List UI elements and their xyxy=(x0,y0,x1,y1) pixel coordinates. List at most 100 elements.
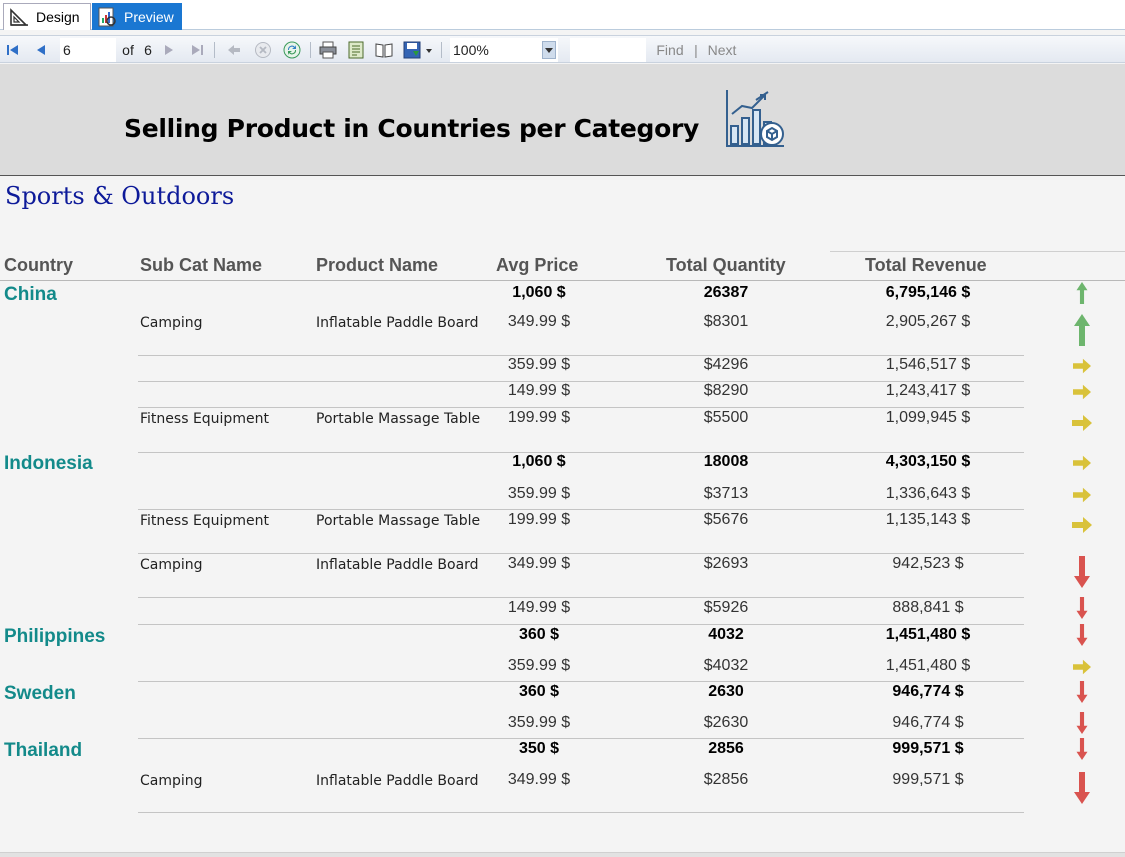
col-header-subcat: Sub Cat Name xyxy=(140,255,263,275)
category-title: Sports & Outdoors xyxy=(5,182,235,210)
subcat-cell: Camping xyxy=(140,773,203,789)
report-title: Selling Product in Countries per Categor… xyxy=(124,114,700,143)
row-divider xyxy=(138,624,1024,625)
avg-price-cell: 359.99 $ xyxy=(507,714,571,731)
country-cell: Indonesia xyxy=(4,453,93,474)
trend-arrow-up-icon xyxy=(1068,282,1096,304)
subcat-cell: Fitness Equipment xyxy=(140,411,269,427)
total-revenue-cell: 1,243,417 $ xyxy=(885,382,971,399)
header-bottom-line xyxy=(0,280,1125,281)
toolbar-separator xyxy=(441,42,442,58)
tab-design[interactable]: Design xyxy=(3,3,91,30)
preview-icon xyxy=(98,7,116,26)
total-revenue-cell: 946,774 $ xyxy=(892,714,964,731)
row-divider xyxy=(138,407,1024,408)
stop-icon[interactable] xyxy=(252,40,274,60)
trend-arrow-right-icon xyxy=(1068,358,1096,374)
product-cell: Inflatable Paddle Board xyxy=(316,773,479,789)
find-input[interactable] xyxy=(570,38,646,62)
next-page-icon[interactable] xyxy=(161,40,177,60)
total-quantity-cell: 18008 xyxy=(703,453,749,470)
country-cell: Thailand xyxy=(4,740,83,761)
avg-price-cell: 349.99 $ xyxy=(507,771,571,788)
avg-price-cell: 349.99 $ xyxy=(507,555,571,572)
country-cell: China xyxy=(4,284,57,305)
avg-price-cell: 349.99 $ xyxy=(507,313,571,330)
next-button[interactable]: Next xyxy=(704,40,740,60)
zoom-value: 100% xyxy=(453,42,489,58)
total-revenue-cell: 946,774 $ xyxy=(892,683,964,700)
horizontal-scrollbar[interactable] xyxy=(0,852,1125,857)
trend-arrow-right-icon xyxy=(1068,415,1096,431)
total-revenue-cell: 1,135,143 $ xyxy=(885,511,971,528)
avg-price-cell: 1,060 $ xyxy=(512,453,566,470)
row-divider xyxy=(138,509,1024,510)
export-icon[interactable] xyxy=(401,40,435,60)
trend-arrow-right-icon xyxy=(1068,455,1096,471)
last-page-icon[interactable] xyxy=(188,40,206,60)
tab-preview[interactable]: Preview xyxy=(92,3,182,30)
total-quantity-cell: $8290 xyxy=(703,382,749,399)
subcat-cell: Camping xyxy=(140,557,203,573)
subcat-cell: Camping xyxy=(140,315,203,331)
prev-page-icon[interactable] xyxy=(32,40,50,60)
total-revenue-cell: 1,451,480 $ xyxy=(885,657,971,674)
trend-arrow-down-icon xyxy=(1068,771,1096,805)
total-quantity-cell: $3713 xyxy=(703,485,749,502)
zoom-select[interactable]: 100% xyxy=(450,38,558,62)
toolbar-separator xyxy=(214,42,215,58)
total-quantity-cell: $2856 xyxy=(703,771,749,788)
tab-preview-label: Preview xyxy=(124,8,174,25)
header-divider xyxy=(830,251,1125,252)
print-layout-icon[interactable] xyxy=(373,40,395,60)
page-setup-icon[interactable] xyxy=(345,40,367,60)
product-cell: Portable Massage Table xyxy=(316,513,481,529)
avg-price-cell: 359.99 $ xyxy=(507,657,571,674)
report-toolbar: 6 of 6 100% Find | Next xyxy=(0,35,1125,63)
first-page-icon[interactable] xyxy=(4,40,22,60)
find-divider: | xyxy=(694,42,698,58)
chevron-down-icon[interactable] xyxy=(542,41,556,59)
trend-arrow-down-icon xyxy=(1068,555,1096,589)
avg-price-cell: 149.99 $ xyxy=(507,599,571,616)
total-quantity-cell: 2856 xyxy=(708,740,744,757)
avg-price-cell: 149.99 $ xyxy=(507,382,571,399)
find-button[interactable]: Find xyxy=(654,40,686,60)
total-pages: 6 xyxy=(144,42,152,58)
row-divider xyxy=(138,812,1024,813)
total-quantity-cell: $8301 xyxy=(703,313,749,330)
toolbar-separator xyxy=(310,42,311,58)
avg-price-cell: 359.99 $ xyxy=(507,485,571,502)
total-quantity-cell: $2693 xyxy=(703,555,749,572)
total-revenue-cell: 1,336,643 $ xyxy=(885,485,971,502)
col-header-avg-price: Avg Price xyxy=(496,255,579,275)
tab-design-label: Design xyxy=(36,9,80,25)
of-label: of xyxy=(122,42,134,58)
back-icon[interactable] xyxy=(224,40,244,60)
total-revenue-cell: 6,795,146 $ xyxy=(885,284,971,301)
total-revenue-cell: 1,451,480 $ xyxy=(885,626,971,643)
col-header-total-revenue: Total Revenue xyxy=(865,255,987,275)
trend-arrow-down-icon xyxy=(1068,624,1096,646)
trend-arrow-right-icon xyxy=(1068,487,1096,503)
total-revenue-cell: 4,303,150 $ xyxy=(885,453,971,470)
total-revenue-cell: 999,571 $ xyxy=(892,771,964,788)
total-revenue-cell: 888,841 $ xyxy=(892,599,964,616)
trend-arrow-down-icon xyxy=(1068,681,1096,703)
total-quantity-cell: $4032 xyxy=(703,657,749,674)
row-divider xyxy=(138,597,1024,598)
subcat-cell: Fitness Equipment xyxy=(140,513,269,529)
print-icon[interactable] xyxy=(317,40,339,60)
product-cell: Portable Massage Table xyxy=(316,411,481,427)
product-cell: Inflatable Paddle Board xyxy=(316,315,479,331)
refresh-icon[interactable] xyxy=(281,40,303,60)
trend-arrow-down-icon xyxy=(1068,738,1096,760)
page-number-input[interactable]: 6 xyxy=(60,38,116,62)
trend-arrow-right-icon xyxy=(1068,384,1096,400)
row-divider xyxy=(138,681,1024,682)
avg-price-cell: 199.99 $ xyxy=(507,511,571,528)
total-quantity-cell: $5926 xyxy=(703,599,749,616)
country-cell: Sweden xyxy=(4,683,76,704)
trend-arrow-right-icon xyxy=(1068,659,1096,675)
total-quantity-cell: $5500 xyxy=(703,409,749,426)
